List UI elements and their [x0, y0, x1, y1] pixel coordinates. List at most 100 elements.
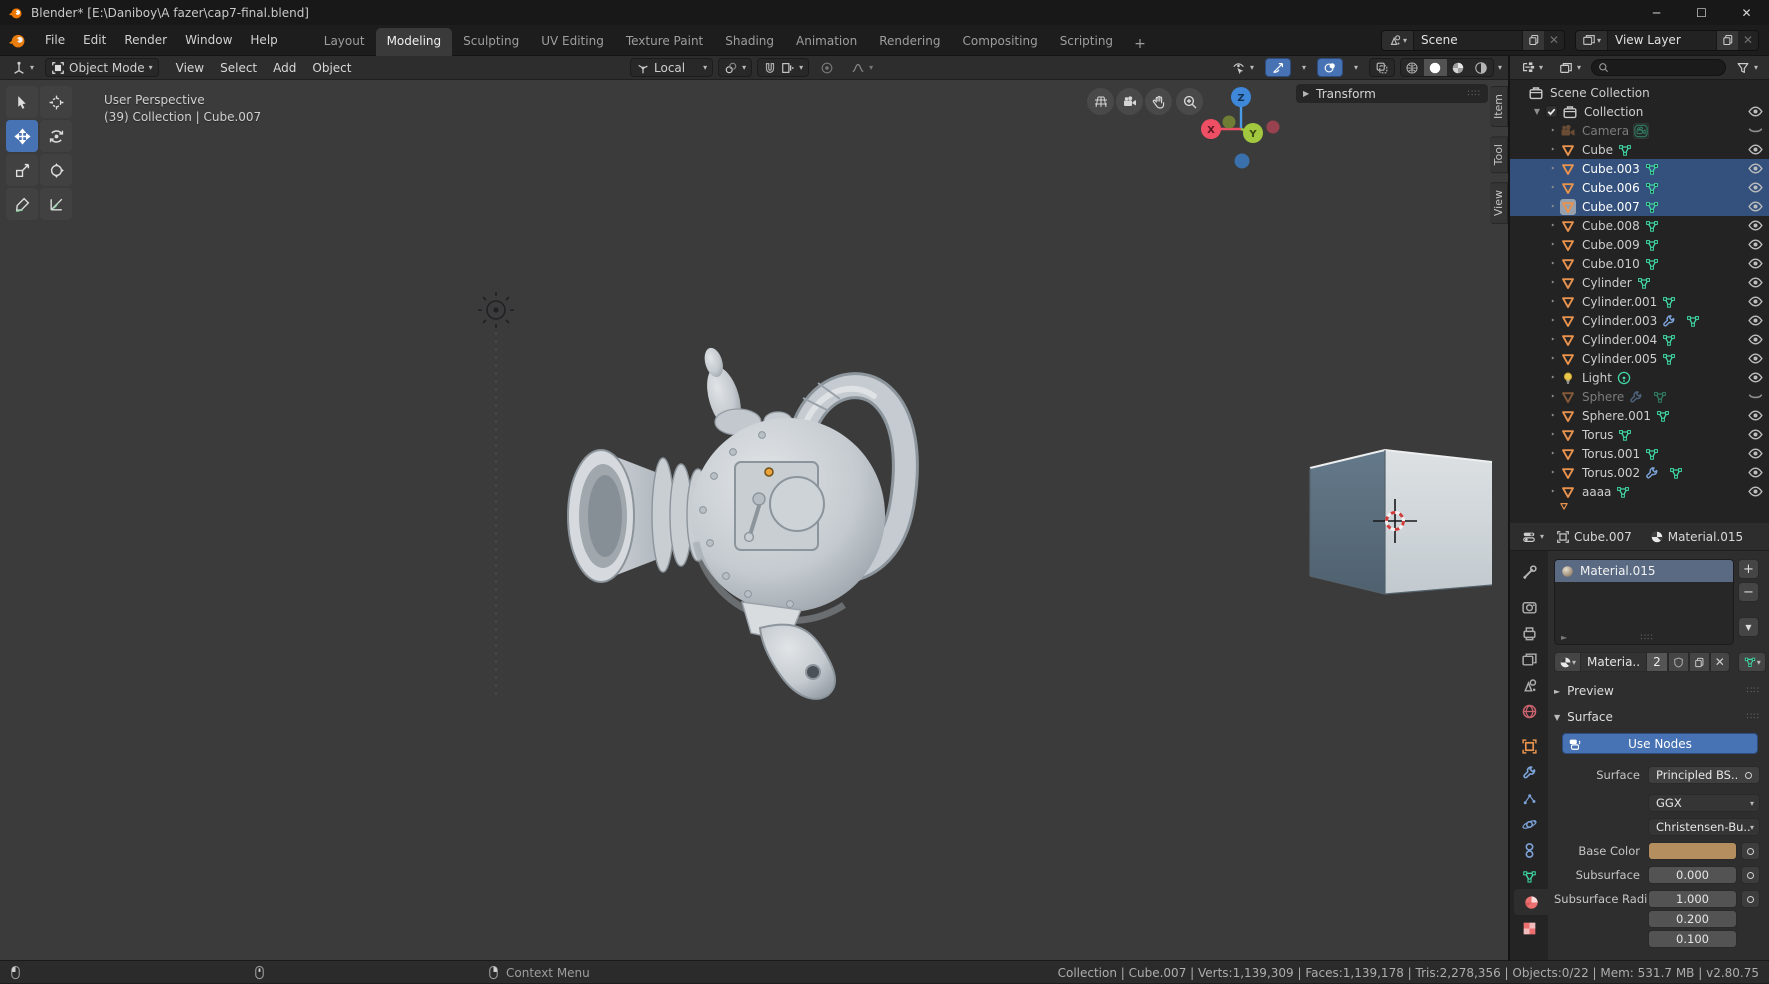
viewport-canvas[interactable]: Z X Y User Perspective (39) Collection |… [0, 80, 1508, 960]
menu-file[interactable]: File [36, 29, 74, 51]
outliner-row-torus-001[interactable]: ‣Torus.001 [1510, 444, 1769, 463]
pivot-point-dropdown[interactable]: ▾ [718, 58, 752, 77]
transform-orientation-dropdown[interactable]: Local ▾ [630, 58, 713, 77]
scale-tool-button[interactable] [6, 154, 38, 186]
properties-tab-object[interactable] [1514, 733, 1544, 759]
close-button[interactable]: ✕ [1724, 0, 1769, 25]
outliner-row-cylinder-003[interactable]: ‣Cylinder.003 [1510, 311, 1769, 330]
shading-dropdown[interactable]: ▾ [1498, 63, 1502, 72]
scene-name[interactable]: Scene [1414, 33, 1522, 47]
menu-edit[interactable]: Edit [74, 29, 115, 51]
eye-open-icon[interactable] [1747, 407, 1764, 424]
properties-tab-world[interactable] [1514, 698, 1544, 724]
properties-tab-tool[interactable] [1514, 559, 1544, 585]
disclosure-triangle[interactable]: ‣ [1546, 411, 1560, 420]
disclosure-triangle[interactable]: ‣ [1546, 164, 1560, 173]
disclosure-triangle[interactable]: ▼ [1530, 107, 1544, 116]
orthographic-grid-button[interactable] [1087, 88, 1114, 115]
fake-user-button[interactable] [1668, 652, 1689, 672]
menu-window[interactable]: Window [176, 29, 241, 51]
outliner-row-aaaa[interactable]: ‣aaaa [1510, 482, 1769, 501]
disclosure-triangle[interactable]: ‣ [1546, 240, 1560, 249]
properties-tab-view-layer[interactable] [1514, 646, 1544, 672]
shading-rendered-button[interactable] [1470, 59, 1493, 76]
menu-help[interactable]: Help [241, 29, 286, 51]
properties-tab-material[interactable] [1514, 889, 1548, 915]
add-slot-button[interactable]: + [1738, 559, 1759, 579]
disclosure-triangle[interactable]: ‣ [1546, 487, 1560, 496]
workspace-tab-shading[interactable]: Shading [714, 28, 785, 56]
subsurface-socket[interactable] [1741, 866, 1760, 884]
view-layer-remove-button[interactable]: ✕ [1738, 33, 1758, 47]
eye-open-icon[interactable] [1747, 217, 1764, 234]
outliner-row-cylinder-005[interactable]: ‣Cylinder.005 [1510, 349, 1769, 368]
axis-gizmo[interactable]: Z X Y [1201, 87, 1280, 169]
subsurface-radius-x-field[interactable]: 1.000 [1648, 890, 1737, 908]
properties-editor-type-button[interactable]: ▾ [1516, 527, 1550, 546]
overlays-toggle[interactable] [1317, 58, 1343, 77]
properties-tab-physics[interactable] [1514, 811, 1544, 837]
workspace-tab-sculpting[interactable]: Sculpting [452, 28, 530, 56]
shading-material-button[interactable] [1447, 59, 1470, 76]
eye-open-icon[interactable] [1747, 179, 1764, 196]
outliner-row-cube[interactable]: ‣Cube [1510, 140, 1769, 159]
eye-open-icon[interactable] [1747, 445, 1764, 462]
workspace-tab-animation[interactable]: Animation [785, 28, 868, 56]
subsurface-radius-socket[interactable] [1741, 890, 1760, 908]
outliner-row-torus[interactable]: ‣Torus [1510, 425, 1769, 444]
eye-open-icon[interactable] [1747, 312, 1764, 329]
outliner-row-cylinder-004[interactable]: ‣Cylinder.004 [1510, 330, 1769, 349]
add-workspace-button[interactable]: + [1124, 32, 1156, 56]
properties-tab-output[interactable] [1514, 620, 1544, 646]
material-link-dropdown[interactable]: ▾ [1738, 652, 1766, 672]
disclosure-triangle[interactable]: ‣ [1546, 202, 1560, 211]
new-material-button[interactable] [1689, 652, 1710, 672]
disclosure-triangle[interactable]: ‣ [1546, 430, 1560, 439]
disclosure-triangle[interactable]: ‣ [1546, 335, 1560, 344]
scene-selector[interactable]: ▾ Scene ✕ [1381, 30, 1565, 51]
transform-panel-header[interactable]: ▶ Transform ∷∷ [1296, 84, 1488, 103]
search-input[interactable] [1609, 62, 1699, 74]
proportional-falloff-dropdown[interactable]: ▾ [845, 58, 879, 77]
surface-shader-button[interactable]: Principled BS.. [1648, 766, 1760, 784]
distribution-dropdown[interactable]: GGX▾ [1648, 794, 1760, 812]
outliner-row-cube-003[interactable]: ‣Cube.003 [1510, 159, 1769, 178]
eye-open-icon[interactable] [1747, 103, 1764, 120]
measure-tool-button[interactable] [40, 188, 72, 220]
disclosure-triangle[interactable]: ‣ [1546, 316, 1560, 325]
remove-slot-button[interactable]: − [1738, 582, 1759, 602]
disclosure-triangle[interactable]: ‣ [1546, 259, 1560, 268]
workspace-tab-layout[interactable]: Layout [313, 28, 376, 56]
xray-toggle[interactable] [1369, 58, 1395, 77]
disclosure-triangle[interactable]: ‣ [1546, 126, 1560, 135]
outliner-row-torus-002[interactable]: ‣Torus.002 [1510, 463, 1769, 482]
outliner-filter-dropdown[interactable]: ▾ [1730, 58, 1764, 77]
properties-tab-render[interactable] [1514, 594, 1544, 620]
raygun-model[interactable] [568, 344, 905, 699]
gizmos-dropdown[interactable]: ▾ [1296, 58, 1312, 77]
annotate-tool-button[interactable] [6, 188, 38, 220]
minimize-button[interactable]: ─ [1634, 0, 1679, 25]
eye-open-icon[interactable] [1747, 236, 1764, 253]
panel-grip[interactable]: ∷∷ [1468, 89, 1481, 99]
viewport-menu-add[interactable]: Add [265, 58, 304, 78]
properties-tab-scene[interactable] [1514, 672, 1544, 698]
blender-menu-icon[interactable] [8, 31, 26, 49]
outliner-row-cube-009[interactable]: ‣Cube.009 [1510, 235, 1769, 254]
material-slot-active[interactable]: Material.015 [1555, 560, 1733, 582]
view-layer-name[interactable]: View Layer [1608, 33, 1716, 47]
slot-specials-button[interactable]: ▼ [1738, 617, 1759, 637]
outliner-row-light[interactable]: ‣Light [1510, 368, 1769, 387]
scene-unlink-button[interactable]: ✕ [1544, 33, 1564, 47]
workspace-tab-compositing[interactable]: Compositing [951, 28, 1048, 56]
outliner-row-cube-007[interactable]: ‣Cube.007 [1510, 197, 1769, 216]
slot-list-grip[interactable]: ∷∷ [1640, 633, 1653, 643]
disclosure-triangle[interactable]: ‣ [1546, 278, 1560, 287]
outliner-row-cube-006[interactable]: ‣Cube.006 [1510, 178, 1769, 197]
disclosure-triangle[interactable]: ‣ [1546, 354, 1560, 363]
eye-open-icon[interactable] [1747, 274, 1764, 291]
subsurface-radius-y-field[interactable]: 0.200 [1648, 910, 1737, 928]
viewport-menu-object[interactable]: Object [304, 58, 359, 78]
pan-button[interactable] [1145, 88, 1172, 115]
workspace-tab-scripting[interactable]: Scripting [1049, 28, 1124, 56]
